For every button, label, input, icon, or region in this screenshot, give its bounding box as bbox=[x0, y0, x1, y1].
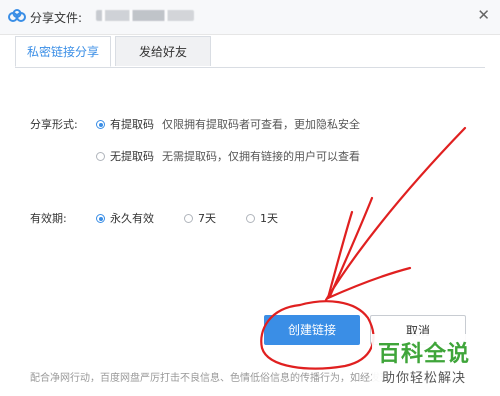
radio-unchecked-icon bbox=[184, 214, 193, 223]
title-bar: 分享文件: ✕ bbox=[0, 0, 500, 35]
tab-send-to-friend[interactable]: 发给好友 bbox=[115, 36, 211, 66]
tab-private-link[interactable]: 私密链接分享 bbox=[15, 36, 111, 67]
create-link-button[interactable]: 创建链接 bbox=[264, 315, 360, 345]
footer-notice: 配合净网行动，百度网盘严厉打击不良信息、色情低俗信息的传播行为，如经发现 bbox=[30, 373, 390, 384]
option-label: 7天 bbox=[198, 212, 216, 225]
radio-unchecked-icon bbox=[96, 152, 105, 161]
close-icon[interactable]: ✕ bbox=[477, 6, 490, 24]
watermark-title: 百科全说 bbox=[378, 342, 471, 367]
dialog-title: 分享文件: bbox=[30, 11, 83, 25]
radio-checked-icon bbox=[96, 120, 105, 129]
baidu-netdisk-cloud-icon bbox=[8, 9, 26, 22]
option-hint: 仅限拥有提取码者可查看，更加隐私安全 bbox=[162, 118, 360, 131]
radio-with-code[interactable]: 有提取码 bbox=[96, 116, 154, 132]
option-label: 无提取码 bbox=[110, 150, 154, 163]
tab-bar: 私密链接分享 发给好友 bbox=[15, 36, 485, 68]
option-label: 有提取码 bbox=[110, 118, 154, 131]
radio-without-code[interactable]: 无提取码 bbox=[96, 148, 154, 164]
option-label: 永久有效 bbox=[110, 212, 154, 225]
watermark-subtitle: 助你轻松解决 bbox=[382, 371, 467, 386]
validity-label: 有效期: bbox=[30, 212, 67, 225]
radio-7-days[interactable]: 7天 bbox=[184, 210, 216, 226]
option-hint: 无需提取码，仅拥有链接的用户可以查看 bbox=[162, 150, 360, 163]
watermark-logo: 百科全说 助你轻松解决 bbox=[372, 334, 496, 390]
radio-unchecked-icon bbox=[246, 214, 255, 223]
radio-1-day[interactable]: 1天 bbox=[246, 210, 278, 226]
blurred-file-name bbox=[96, 10, 194, 21]
option-label: 1天 bbox=[260, 212, 278, 225]
radio-checked-icon bbox=[96, 214, 105, 223]
radio-permanent[interactable]: 永久有效 bbox=[96, 210, 154, 226]
share-form-label: 分享形式: bbox=[30, 118, 78, 131]
